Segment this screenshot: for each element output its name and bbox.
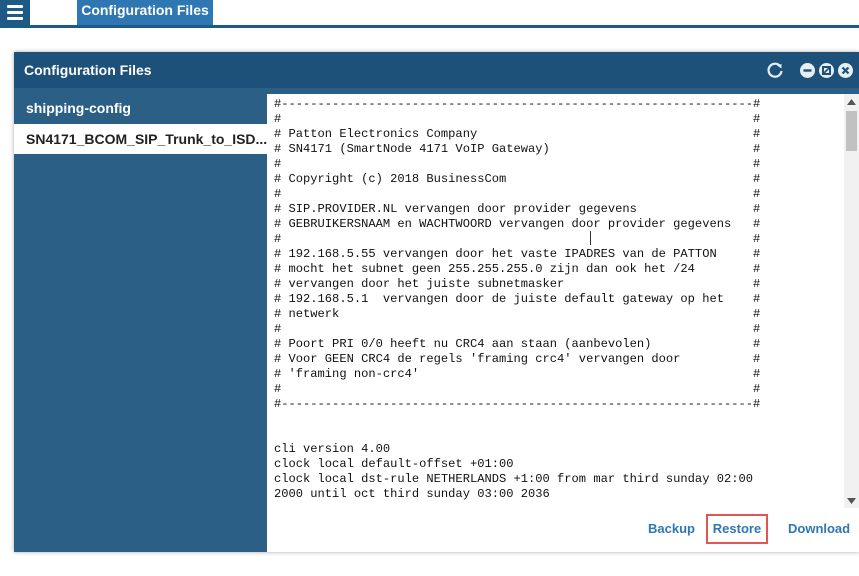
dialog-footer: Backup Restore Download	[267, 508, 859, 552]
scroll-down-icon[interactable]	[844, 493, 859, 508]
scrollbar-thumb[interactable]	[846, 111, 857, 151]
refresh-icon[interactable]	[766, 61, 784, 79]
minimize-icon[interactable]	[800, 62, 815, 78]
config-editor[interactable]: #---------------------------------------…	[267, 94, 859, 508]
close-icon[interactable]	[838, 62, 853, 78]
dialog-header: Configuration Files	[14, 52, 859, 88]
remove-file-button[interactable]: −	[63, 556, 74, 576]
config-file-list: shipping-config SN4171_BCOM_SIP_Trunk_to…	[14, 88, 267, 576]
add-file-button[interactable]: +	[31, 556, 42, 576]
top-bar-divider	[0, 25, 859, 28]
sidebar-item-shipping-config[interactable]: shipping-config	[14, 93, 267, 123]
dialog-title: Configuration Files	[24, 62, 152, 78]
sidebar-item-sn4171-config[interactable]: SN4171_BCOM_SIP_Trunk_to_ISD...	[14, 124, 267, 154]
download-button[interactable]: Download	[788, 519, 850, 539]
dialog-window-controls	[766, 61, 853, 79]
editor-scrollbar[interactable]	[844, 94, 859, 508]
hamburger-menu-icon[interactable]	[0, 0, 30, 25]
restore-button[interactable]: Restore	[706, 514, 768, 544]
text-cursor	[590, 231, 591, 245]
restore-window-icon[interactable]	[819, 62, 834, 78]
scroll-up-icon[interactable]	[844, 94, 859, 109]
tab-configuration-files[interactable]: Configuration Files	[77, 0, 213, 25]
top-bar: Configuration Files	[0, 0, 859, 27]
config-text[interactable]: #---------------------------------------…	[274, 97, 760, 508]
configuration-files-dialog: Configuration Files shipping-config SN41…	[14, 52, 859, 576]
backup-button[interactable]: Backup	[648, 519, 695, 539]
